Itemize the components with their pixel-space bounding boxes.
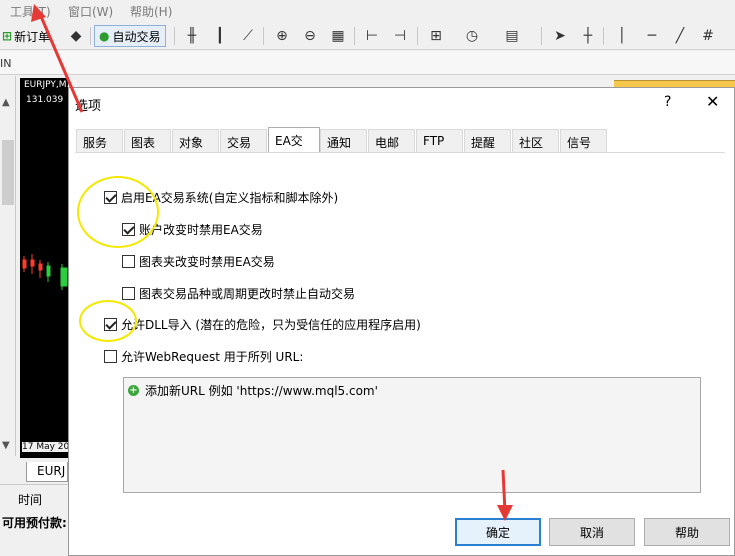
arrow-to-ok-button	[497, 469, 513, 521]
arrow-to-tools-menu	[31, 4, 84, 113]
annotation-arrows	[31, 4, 513, 521]
